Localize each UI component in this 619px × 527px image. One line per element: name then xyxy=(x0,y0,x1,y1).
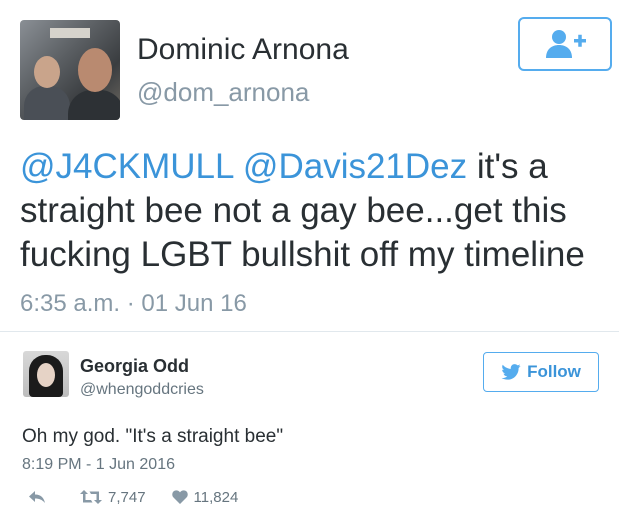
follow-label: Follow xyxy=(527,362,581,381)
reply-button[interactable] xyxy=(28,490,46,504)
mention-link[interactable]: @Davis21Dez xyxy=(243,147,467,186)
user-handle[interactable]: @whengoddcries xyxy=(80,381,204,399)
follow-button[interactable]: Follow xyxy=(483,352,599,392)
like-button[interactable]: 11,824 xyxy=(171,488,239,506)
person-shirt xyxy=(68,90,120,120)
person-shirt xyxy=(24,86,70,120)
person-face xyxy=(78,48,112,92)
tweet-timestamp[interactable]: 6:35 a.m. · 01 Jun 16 xyxy=(20,290,247,318)
tweet-text-line: straight bee not a gay bee...get this xyxy=(20,191,567,230)
tweet-text-line: fucking LGBT bullshit off my timeline xyxy=(20,235,585,274)
original-tweet: Dominic Arnona @dom_arnona @J4CKMULL @Da… xyxy=(0,0,619,332)
background-sign xyxy=(50,28,90,38)
user-name[interactable]: Dominic Arnona xyxy=(137,33,349,67)
person-face xyxy=(34,56,60,88)
twitter-bird-icon xyxy=(501,364,521,380)
like-count: 11,824 xyxy=(193,488,239,506)
person-face xyxy=(37,363,55,387)
mention-link[interactable]: @J4CKMULL xyxy=(20,147,233,186)
tweet-text: Oh my god. "It's a straight bee" xyxy=(22,426,284,447)
tweet-timestamp[interactable]: 8:19 PM - 1 Jun 2016 xyxy=(22,456,175,474)
retweet-button[interactable]: 7,747 xyxy=(80,489,146,506)
reply-icon xyxy=(29,491,45,503)
retweet-icon xyxy=(80,490,102,504)
retweet-count: 7,747 xyxy=(108,488,146,506)
user-name[interactable]: Georgia Odd xyxy=(80,356,189,377)
tweet-actions: 7,747 11,824 xyxy=(22,486,238,508)
avatar[interactable] xyxy=(23,351,69,397)
divider xyxy=(0,331,619,332)
avatar[interactable] xyxy=(20,20,120,120)
heart-icon xyxy=(171,490,188,504)
add-user-icon xyxy=(546,30,586,58)
follow-button[interactable] xyxy=(518,17,612,71)
tweet-text: @J4CKMULL @Davis21Dez it's a straight be… xyxy=(20,145,610,277)
user-handle[interactable]: @dom_arnona xyxy=(137,77,309,108)
tweet-text-part: it's a xyxy=(467,147,548,186)
